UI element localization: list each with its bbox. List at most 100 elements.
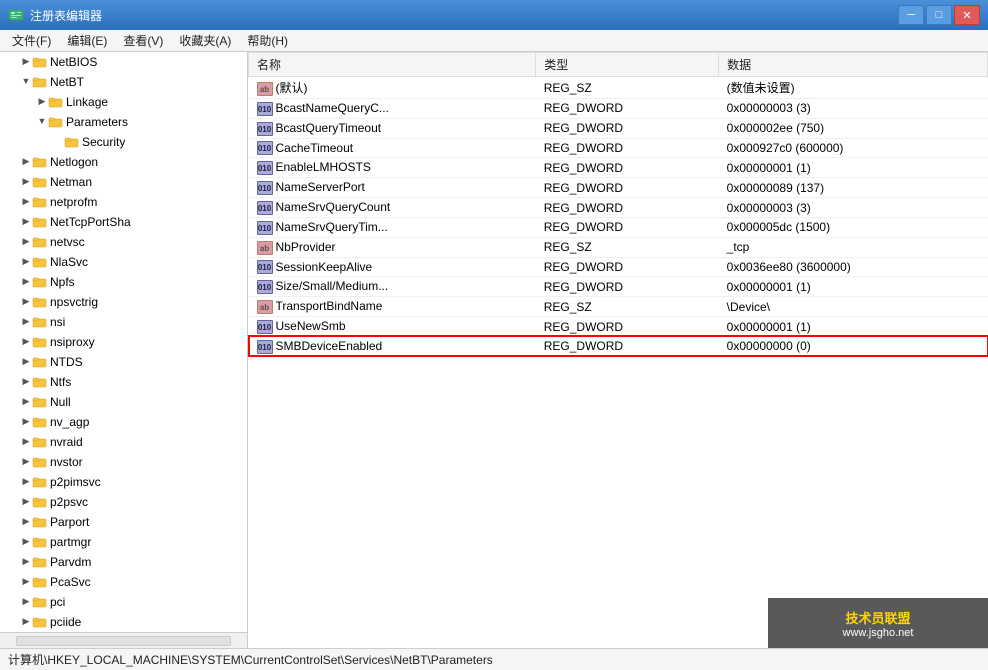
tree-item-p2psvc[interactable]: ▶ p2psvc [0, 492, 247, 512]
tree-arrow-NlaSvc[interactable]: ▶ [20, 256, 32, 268]
table-row[interactable]: 010NameSrvQueryTim...REG_DWORD0x000005dc… [249, 217, 988, 237]
menu-item-V[interactable]: 查看(V) [115, 30, 171, 51]
tree-arrow-nsiproxy[interactable]: ▶ [20, 336, 32, 348]
table-row[interactable]: 010SessionKeepAliveREG_DWORD0x0036ee80 (… [249, 257, 988, 277]
tree-item-npsvctrig[interactable]: ▶ npsvctrig [0, 292, 247, 312]
tree-arrow-NetBIOS[interactable]: ▶ [20, 56, 32, 68]
tree-arrow-Parvdm[interactable]: ▶ [20, 556, 32, 568]
tree-item-Security[interactable]: Security [0, 132, 247, 152]
cell-type: REG_DWORD [536, 198, 719, 218]
tree-arrow-PcaSvc[interactable]: ▶ [20, 576, 32, 588]
table-row[interactable]: 010NameSrvQueryCountREG_DWORD0x00000003 … [249, 198, 988, 218]
tree-arrow-netvsc[interactable]: ▶ [20, 236, 32, 248]
tree-arrow-nv_agp[interactable]: ▶ [20, 416, 32, 428]
tree-panel: ▶ NetBIOS▼ NetBT▶ Linkage▼ Parameters Se… [0, 52, 248, 648]
data-table[interactable]: 名称 类型 数据 ab(默认)REG_SZ(数值未设置)010BcastName… [248, 52, 988, 648]
tree-item-nvraid[interactable]: ▶ nvraid [0, 432, 247, 452]
tree-item-pciide[interactable]: ▶ pciide [0, 612, 247, 632]
table-row[interactable]: 010BcastQueryTimeoutREG_DWORD0x000002ee … [249, 118, 988, 138]
tree-label-nvstor: nvstor [50, 455, 83, 469]
tree-item-partmgr[interactable]: ▶ partmgr [0, 532, 247, 552]
tree-item-netprofm[interactable]: ▶ netprofm [0, 192, 247, 212]
maximize-button[interactable]: □ [926, 5, 952, 25]
tree-arrow-pci[interactable]: ▶ [20, 596, 32, 608]
table-row[interactable]: 010BcastNameQueryC...REG_DWORD0x00000003… [249, 99, 988, 119]
tree-hscroll[interactable] [0, 632, 247, 648]
tree-item-NlaSvc[interactable]: ▶ NlaSvc [0, 252, 247, 272]
cell-name: 010CacheTimeout [249, 138, 536, 158]
table-row[interactable]: 010SMBDeviceEnabledREG_DWORD0x00000000 (… [249, 336, 988, 356]
tree-arrow-nsi[interactable]: ▶ [20, 316, 32, 328]
cell-data: 0x00000001 (1) [719, 277, 988, 297]
tree-item-nvstor[interactable]: ▶ nvstor [0, 452, 247, 472]
tree-item-Parameters[interactable]: ▼ Parameters [0, 112, 247, 132]
menu-item-A[interactable]: 收藏夹(A) [171, 30, 239, 51]
tree-item-pci[interactable]: ▶ pci [0, 592, 247, 612]
tree-arrow-pciide[interactable]: ▶ [20, 616, 32, 628]
cell-data: (数值未设置) [719, 77, 988, 99]
tree-arrow-Linkage[interactable]: ▶ [36, 96, 48, 108]
tree-arrow-nvraid[interactable]: ▶ [20, 436, 32, 448]
col-type[interactable]: 类型 [536, 53, 719, 77]
tree-arrow-Netman[interactable]: ▶ [20, 176, 32, 188]
table-row[interactable]: 010EnableLMHOSTSREG_DWORD0x00000001 (1) [249, 158, 988, 178]
tree-arrow-partmgr[interactable]: ▶ [20, 536, 32, 548]
tree-arrow-Netlogon[interactable]: ▶ [20, 156, 32, 168]
tree-arrow-Npfs[interactable]: ▶ [20, 276, 32, 288]
tree-arrow-Parport[interactable]: ▶ [20, 516, 32, 528]
tree-scroll[interactable]: ▶ NetBIOS▼ NetBT▶ Linkage▼ Parameters Se… [0, 52, 247, 632]
tree-item-nv_agp[interactable]: ▶ nv_agp [0, 412, 247, 432]
table-row[interactable]: abTransportBindNameREG_SZ\Device\ [249, 297, 988, 317]
tree-item-Parvdm[interactable]: ▶ Parvdm [0, 552, 247, 572]
tree-item-Netlogon[interactable]: ▶ Netlogon [0, 152, 247, 172]
tree-item-NetBIOS[interactable]: ▶ NetBIOS [0, 52, 247, 72]
table-row[interactable]: abNbProviderREG_SZ_tcp [249, 237, 988, 257]
tree-arrow-Parameters[interactable]: ▼ [36, 116, 48, 128]
folder-icon-netvsc [32, 234, 50, 250]
tree-arrow-p2psvc[interactable]: ▶ [20, 496, 32, 508]
close-button[interactable]: ✕ [954, 5, 980, 25]
col-name[interactable]: 名称 [249, 53, 536, 77]
tree-item-Parport[interactable]: ▶ Parport [0, 512, 247, 532]
table-row[interactable]: 010CacheTimeoutREG_DWORD0x000927c0 (6000… [249, 138, 988, 158]
tree-item-PcaSvc[interactable]: ▶ PcaSvc [0, 572, 247, 592]
tree-arrow-netprofm[interactable]: ▶ [20, 196, 32, 208]
cell-name-text: TransportBindName [276, 299, 383, 313]
cell-name: 010BcastNameQueryC... [249, 99, 536, 119]
tree-item-p2pimsvc[interactable]: ▶ p2pimsvc [0, 472, 247, 492]
minimize-button[interactable]: ─ [898, 5, 924, 25]
table-row[interactable]: 010UseNewSmbREG_DWORD0x00000001 (1) [249, 317, 988, 337]
tree-arrow-nvstor[interactable]: ▶ [20, 456, 32, 468]
menu-item-E[interactable]: 编辑(E) [59, 30, 115, 51]
cell-name-text: NameServerPort [276, 180, 365, 194]
col-data[interactable]: 数据 [719, 53, 988, 77]
tree-label-Parport: Parport [50, 515, 89, 529]
tree-arrow-p2pimsvc[interactable]: ▶ [20, 476, 32, 488]
cell-name-text: SessionKeepAlive [276, 260, 373, 274]
tree-item-netvsc[interactable]: ▶ netvsc [0, 232, 247, 252]
tree-label-pciide: pciide [50, 615, 81, 629]
tree-item-nsiproxy[interactable]: ▶ nsiproxy [0, 332, 247, 352]
tree-item-Linkage[interactable]: ▶ Linkage [0, 92, 247, 112]
tree-item-Null[interactable]: ▶ Null [0, 392, 247, 412]
tree-item-Ntfs[interactable]: ▶ Ntfs [0, 372, 247, 392]
table-row[interactable]: ab(默认)REG_SZ(数值未设置) [249, 77, 988, 99]
tree-arrow-npsvctrig[interactable]: ▶ [20, 296, 32, 308]
tree-item-Netman[interactable]: ▶ Netman [0, 172, 247, 192]
table-row[interactable]: 010Size/Small/Medium...REG_DWORD0x000000… [249, 277, 988, 297]
tree-item-nsi[interactable]: ▶ nsi [0, 312, 247, 332]
tree-arrow-Ntfs[interactable]: ▶ [20, 376, 32, 388]
tree-item-NTDS[interactable]: ▶ NTDS [0, 352, 247, 372]
tree-label-Parvdm: Parvdm [50, 555, 91, 569]
tree-item-Npfs[interactable]: ▶ Npfs [0, 272, 247, 292]
table-row[interactable]: 010NameServerPortREG_DWORD0x00000089 (13… [249, 178, 988, 198]
tree-arrow-NTDS[interactable]: ▶ [20, 356, 32, 368]
tree-arrow-Null[interactable]: ▶ [20, 396, 32, 408]
tree-arrow-NetBT[interactable]: ▼ [20, 76, 32, 88]
menu-item-H[interactable]: 帮助(H) [239, 30, 296, 51]
cell-type: REG_DWORD [536, 138, 719, 158]
menu-item-F[interactable]: 文件(F) [4, 30, 59, 51]
tree-item-NetBT[interactable]: ▼ NetBT [0, 72, 247, 92]
tree-item-NetTcpPortSha[interactable]: ▶ NetTcpPortSha [0, 212, 247, 232]
tree-arrow-NetTcpPortSha[interactable]: ▶ [20, 216, 32, 228]
